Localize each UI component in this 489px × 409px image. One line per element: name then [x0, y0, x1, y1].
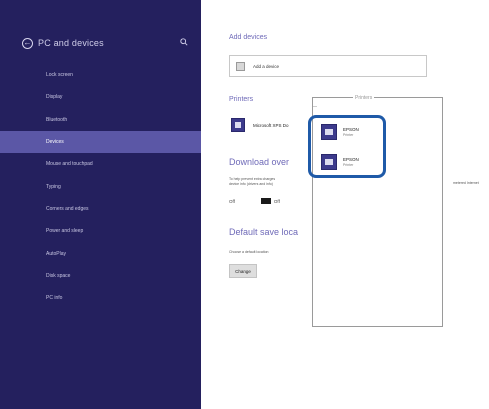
metered-toggle-row: Off Off: [229, 198, 280, 204]
sidebar: ← PC and devices Lock screen Display Blu…: [0, 0, 201, 409]
sidebar-item-bluetooth[interactable]: Bluetooth: [0, 109, 201, 131]
printer-icon: [231, 118, 245, 132]
sidebar-title: PC and devices: [38, 38, 104, 48]
sidebar-item-lock-screen[interactable]: Lock screen: [0, 64, 201, 86]
add-device-icon: [236, 61, 245, 71]
highlight-callout: [308, 115, 386, 178]
flyout-divider: [313, 106, 317, 107]
sidebar-item-autoplay[interactable]: AutoPlay: [0, 242, 201, 264]
sidebar-item-devices[interactable]: Devices: [0, 130, 201, 154]
download-desc-tail: metered Internet: [453, 181, 479, 185]
printers-title: Printers: [229, 96, 254, 103]
sidebar-item-mouse-touchpad[interactable]: Mouse and touchpad: [0, 153, 201, 175]
sidebar-item-corners-edges[interactable]: Corners and edges: [0, 198, 201, 220]
sidebar-item-display[interactable]: Display: [0, 86, 201, 108]
add-device-label: Add a device: [253, 63, 280, 69]
add-device-button[interactable]: Add a device: [229, 55, 427, 77]
sidebar-header: ← PC and devices: [22, 35, 192, 51]
download-metered-title: Download over: [229, 157, 290, 167]
default-save-location-description: Choose a default location: [229, 250, 269, 254]
add-devices-title: Add devices: [229, 34, 268, 41]
toggle-state-label: Off: [229, 198, 235, 204]
app-window: ← PC and devices Lock screen Display Blu…: [0, 0, 489, 409]
sidebar-nav: Lock screen Display Bluetooth Devices Mo…: [0, 64, 201, 309]
metered-toggle-switch[interactable]: [260, 198, 271, 204]
flyout-header: Printers: [353, 95, 375, 101]
search-icon[interactable]: [180, 38, 188, 46]
default-save-location-title: Default save loca: [229, 227, 299, 237]
sidebar-item-disk-space[interactable]: Disk space: [0, 265, 201, 287]
sidebar-item-typing[interactable]: Typing: [0, 175, 201, 197]
toggle-switch-label: Off: [273, 198, 280, 204]
sidebar-item-pc-info[interactable]: PC info: [0, 287, 201, 309]
printer-name: Microsoft XPS Do: [253, 122, 289, 128]
sidebar-item-power-sleep[interactable]: Power and sleep: [0, 220, 201, 242]
change-button[interactable]: Change: [229, 264, 257, 278]
printer-item[interactable]: Microsoft XPS Do: [231, 118, 289, 132]
back-arrow-icon[interactable]: ←: [22, 37, 33, 49]
